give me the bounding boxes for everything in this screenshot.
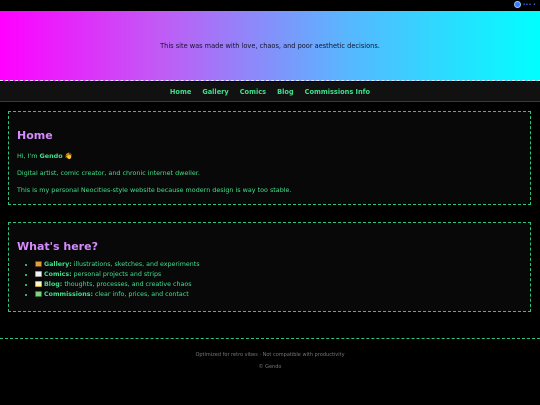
list-item-blog: Blog: thoughts, processes, and creative … xyxy=(35,280,522,290)
author-name: Gendo xyxy=(39,152,63,160)
greeting-prefix: Hi, I'm xyxy=(17,152,40,160)
nav-link-commissions-info[interactable]: Commissions Info xyxy=(305,88,370,96)
list-item-desc: thoughts, processes, and creative chaos xyxy=(62,281,192,288)
list-item-label: Blog: xyxy=(44,281,63,288)
list-item-gallery: Gallery: illustrations, sketches, and ex… xyxy=(35,260,522,270)
waving-hand-icon: 👋 xyxy=(64,152,73,160)
home-section: Home Hi, I'm Gendo 👋 Digital artist, com… xyxy=(8,111,531,205)
list-item-commissions: Commissions: clear info, prices, and con… xyxy=(35,290,522,300)
top-bar: ••• • xyxy=(0,0,540,11)
nav-link-blog[interactable]: Blog xyxy=(277,88,294,96)
banner-tagline: This site was made with love, chaos, and… xyxy=(160,41,380,50)
money-icon xyxy=(35,291,42,297)
memo-icon xyxy=(35,281,42,287)
list-item-comics: Comics: personal projects and strips xyxy=(35,270,522,280)
list-item-desc: clear info, prices, and contact xyxy=(92,291,189,298)
status-indicator: ••• • xyxy=(513,1,536,8)
footer-tagline: Optimized for retro vibes · Not compatib… xyxy=(195,352,345,358)
footer-copyright: © Gendo xyxy=(258,364,282,370)
greeting-text: Hi, I'm Gendo 👋 xyxy=(17,152,522,160)
main-nav: Home Gallery Comics Blog Commissions Inf… xyxy=(0,82,540,102)
framed-picture-icon xyxy=(35,261,42,267)
book-icon xyxy=(35,271,42,277)
home-title: Home xyxy=(17,129,53,142)
list-item-desc: personal projects and strips xyxy=(71,271,162,278)
globe-icon xyxy=(513,1,521,8)
nav-link-comics[interactable]: Comics xyxy=(240,88,266,96)
whats-here-title: What's here? xyxy=(17,240,98,253)
footer-divider xyxy=(0,338,540,339)
list-item-desc: illustrations, sketches, and experiments xyxy=(71,261,200,268)
status-indicator-text: ••• • xyxy=(522,1,536,8)
nav-link-home[interactable]: Home xyxy=(170,88,191,96)
header-banner: This site was made with love, chaos, and… xyxy=(0,11,540,81)
list-item-label: Gallery: xyxy=(44,261,72,268)
whats-here-section: What's here? Gallery: illustrations, ske… xyxy=(8,222,531,312)
bio-text: Digital artist, comic creator, and chron… xyxy=(17,169,200,177)
nav-link-gallery[interactable]: Gallery xyxy=(202,88,228,96)
list-item-label: Commissions: xyxy=(44,291,93,298)
content-list: Gallery: illustrations, sketches, and ex… xyxy=(17,260,522,300)
site-description: This is my personal Neocities-style webs… xyxy=(17,186,292,194)
list-item-label: Comics: xyxy=(44,271,72,278)
